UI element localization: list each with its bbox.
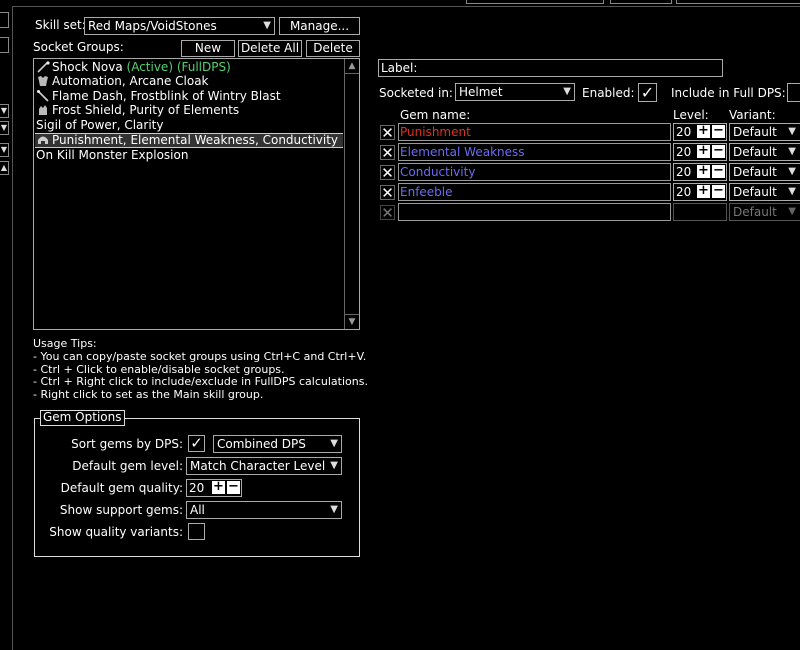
list-item[interactable]: Flame Dash, Frostblink of Wintry Blast <box>36 89 281 103</box>
new-gem-variant-dropdown: Default ▼ <box>729 203 800 221</box>
left-edge-control-2[interactable] <box>0 37 9 53</box>
new-gem-name-field[interactable] <box>398 203 671 221</box>
check-icon: ✓ <box>190 434 203 452</box>
show-support-gems-label: Show support gems: <box>59 503 183 517</box>
default-gem-level-label: Default gem level: <box>72 459 183 473</box>
remove-gem-icon[interactable]: ✕ <box>380 145 395 161</box>
chevron-down-icon: ▼ <box>330 504 338 515</box>
plus-icon[interactable]: + <box>697 124 710 138</box>
include-full-dps-label: Include in Full DPS: <box>671 86 786 100</box>
socket-group-list[interactable]: Shock Nova (Active) (FullDPS) Automation… <box>33 58 360 330</box>
sort-gems-dropdown[interactable]: Combined DPS ▼ <box>213 435 342 453</box>
chevron-down-icon[interactable]: ▼ <box>0 143 9 157</box>
chevron-down-icon: ▼ <box>330 460 338 471</box>
skill-set-value: Red Maps/VoidStones <box>88 19 217 33</box>
gem-name-field[interactable]: Punishment <box>398 123 671 141</box>
variant-header: Variant: <box>729 108 776 122</box>
gem-variant-dropdown[interactable]: Default ▼ <box>729 143 800 161</box>
socketed-in-label: Socketed in: <box>379 86 453 100</box>
plus-icon[interactable]: + <box>697 184 710 198</box>
plus-icon[interactable]: + <box>697 164 710 178</box>
gem-name-field[interactable]: Conductivity <box>398 163 671 181</box>
chevron-down-icon: ▼ <box>788 126 796 137</box>
list-item[interactable]: On Kill Monster Explosion <box>36 148 188 162</box>
remove-gem-icon: ✕ <box>380 204 395 222</box>
chevron-down-icon[interactable]: ▼ <box>0 104 9 118</box>
minus-icon[interactable]: − <box>712 124 725 138</box>
remove-gem-icon[interactable]: ✕ <box>380 125 395 141</box>
list-item[interactable]: Shock Nova (Active) (FullDPS) <box>36 60 231 74</box>
check-icon: ✓ <box>640 83 655 102</box>
list-item-selected[interactable]: Punishment, Elemental Weakness, Conducti… <box>35 133 343 148</box>
chevron-down-icon: ▼ <box>788 206 796 217</box>
chevron-down-icon: ▼ <box>788 166 796 177</box>
chevron-down-icon: ▼ <box>563 86 571 97</box>
top-control-fragment-2[interactable] <box>610 0 672 4</box>
chevron-down-icon: ▼ <box>788 186 796 197</box>
left-panel-edge <box>0 0 13 650</box>
enabled-label: Enabled: <box>582 86 635 100</box>
minus-icon[interactable]: − <box>712 184 725 198</box>
minus-icon[interactable]: − <box>227 480 240 494</box>
chevron-down-icon: ▼ <box>263 20 271 31</box>
label-field[interactable]: Label: <box>378 59 723 77</box>
wand-icon <box>37 90 49 102</box>
list-item[interactable]: Sigil of Power, Clarity <box>36 118 163 132</box>
include-full-dps-checkbox[interactable] <box>787 83 800 102</box>
top-control-fragment[interactable] <box>466 0 604 4</box>
new-gem-level-field <box>673 203 727 221</box>
top-control-fragment-3[interactable] <box>676 0 800 4</box>
helmet-icon <box>38 136 48 144</box>
gem-options-title: Gem Options <box>40 410 125 426</box>
chevron-up-icon[interactable]: ▲ <box>0 161 9 175</box>
left-edge-control[interactable] <box>0 12 9 28</box>
show-quality-variants-checkbox[interactable] <box>188 523 205 540</box>
gem-variant-dropdown[interactable]: Default ▼ <box>729 123 800 141</box>
remove-gem-icon[interactable]: ✕ <box>380 185 395 201</box>
staff-icon <box>37 61 50 73</box>
gem-variant-dropdown[interactable]: Default ▼ <box>729 163 800 181</box>
chevron-down-icon: ▼ <box>330 438 338 449</box>
scroll-down-icon[interactable]: ▼ <box>345 314 359 329</box>
gem-name-field[interactable]: Enfeeble <box>398 183 671 201</box>
sort-gems-label: Sort gems by DPS: <box>71 437 183 451</box>
delete-all-button[interactable]: Delete All <box>238 40 302 57</box>
plus-icon[interactable]: + <box>212 480 225 494</box>
delete-button[interactable]: Delete <box>306 40 360 57</box>
scroll-up-icon[interactable]: ▲ <box>345 59 359 74</box>
manage-button[interactable]: Manage... <box>279 17 360 35</box>
new-group-button[interactable]: New <box>181 40 235 57</box>
show-support-gems-dropdown[interactable]: All ▼ <box>186 501 342 519</box>
show-quality-variants-label: Show quality variants: <box>49 525 183 539</box>
socket-groups-label: Socket Groups: <box>33 40 124 54</box>
plus-icon[interactable]: + <box>697 144 710 158</box>
default-gem-quality-label: Default gem quality: <box>60 481 183 495</box>
skill-set-label: Skill set: <box>35 18 86 32</box>
minus-icon[interactable]: − <box>712 164 725 178</box>
usage-tips: Usage Tips: - You can copy/paste socket … <box>33 337 368 402</box>
list-item[interactable]: Frost Shield, Purity of Elements <box>36 103 239 117</box>
default-gem-level-dropdown[interactable]: Match Character Level ▼ <box>186 457 342 475</box>
list-scrollbar[interactable]: ▲ ▼ <box>344 59 359 329</box>
socketed-in-dropdown[interactable]: Helmet ▼ <box>455 83 575 101</box>
body-armour-icon <box>38 76 48 86</box>
sort-gems-checkbox[interactable]: ✓ <box>188 435 205 452</box>
enabled-checkbox[interactable]: ✓ <box>638 83 657 102</box>
level-header: Level: <box>673 108 709 122</box>
list-item[interactable]: Automation, Arcane Cloak <box>36 74 209 88</box>
gem-name-field[interactable]: Elemental Weakness <box>398 143 671 161</box>
chevron-down-icon: ▼ <box>788 146 796 157</box>
gloves-icon <box>39 105 47 115</box>
gem-variant-dropdown[interactable]: Default ▼ <box>729 183 800 201</box>
minus-icon[interactable]: − <box>712 144 725 158</box>
chevron-down-icon[interactable]: ▼ <box>0 121 9 135</box>
skill-set-dropdown[interactable]: Red Maps/VoidStones ▼ <box>84 17 275 35</box>
remove-gem-icon[interactable]: ✕ <box>380 165 395 181</box>
gem-name-header: Gem name: <box>400 108 471 122</box>
